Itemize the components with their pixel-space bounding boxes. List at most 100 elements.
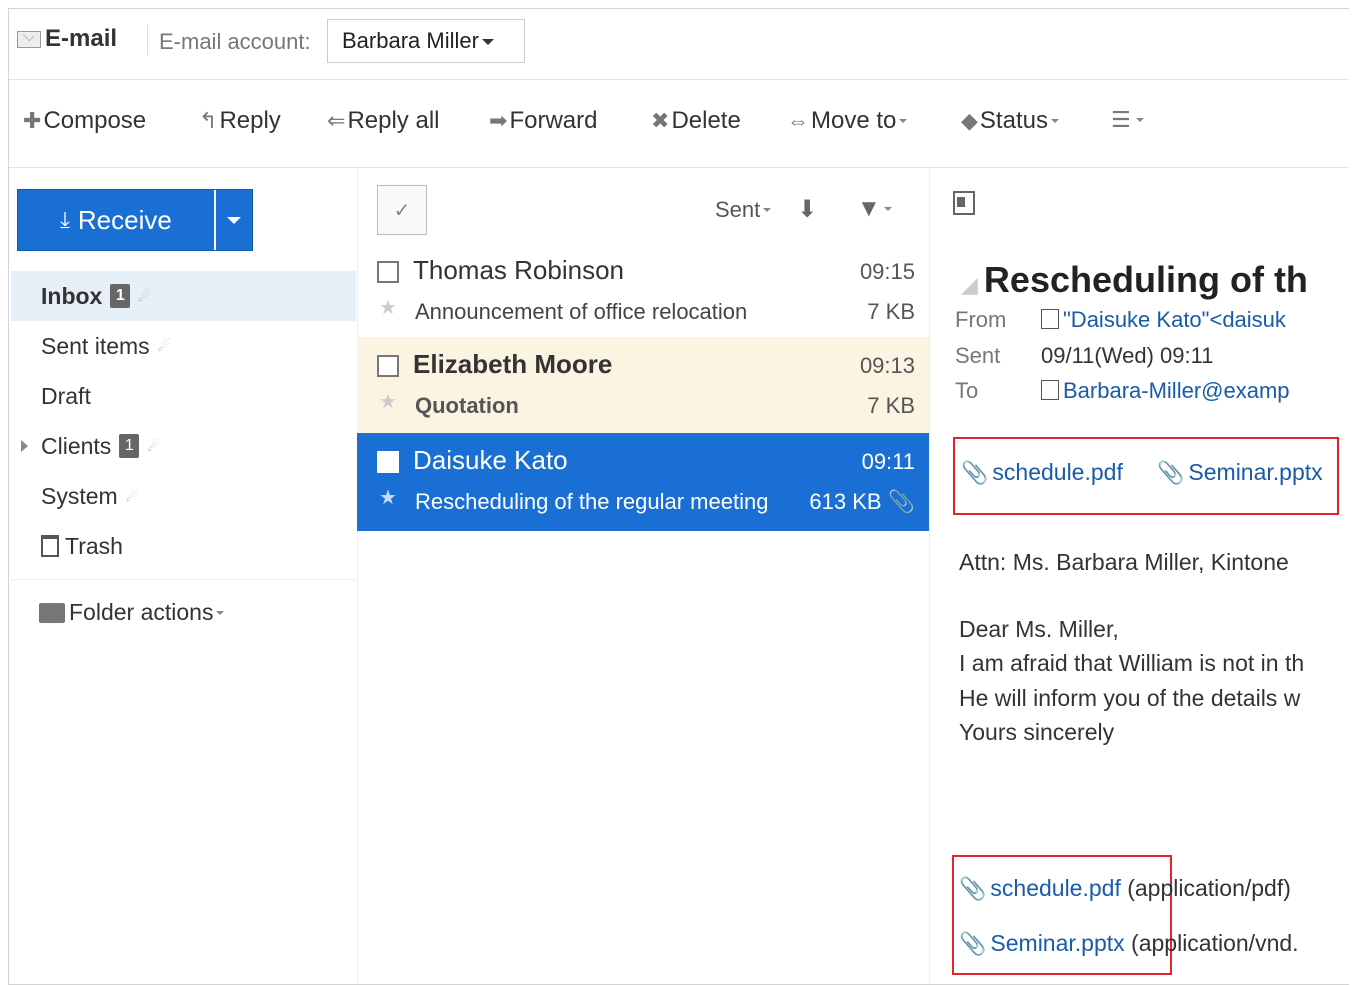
reply-all-button[interactable]: ⇐ Reply all	[327, 107, 439, 135]
chevron-down-icon	[763, 208, 772, 212]
contact-card-icon[interactable]	[1041, 380, 1059, 400]
sort-direction-icon[interactable]: ⬇	[797, 195, 817, 224]
receive-label: Receive	[77, 204, 172, 235]
message-checkbox[interactable]	[377, 355, 399, 377]
sidebar-item-sent-items[interactable]: Sent items ☄	[11, 321, 356, 371]
message-title: ◢ Rescheduling of th	[961, 259, 1308, 301]
paperclip-icon: 📎	[1157, 460, 1185, 485]
trash-icon	[41, 535, 59, 557]
rss-icon[interactable]: ☄	[126, 488, 139, 505]
sidebar-item-inbox[interactable]: Inbox 1 ☄	[11, 271, 356, 321]
to-label: To	[955, 378, 979, 403]
account-label: E-mail account:	[159, 29, 311, 54]
pane-layout-icon[interactable]	[953, 191, 975, 215]
chevron-down-icon	[883, 207, 892, 211]
attachment-link[interactable]: 📎 Seminar.pptx	[1157, 459, 1323, 486]
message-subject: Quotation	[415, 393, 519, 418]
highlight-box	[952, 855, 1172, 975]
message-time: 09:15	[859, 259, 915, 284]
unread-badge: 1	[110, 284, 131, 308]
message-size-group: 613 KB 📎	[809, 489, 915, 515]
attachment-row: 📎 Seminar.pptx (application/vnd.	[959, 930, 1299, 957]
forward-button[interactable]: ➡ Forward	[489, 107, 597, 135]
preview-toolbar	[953, 191, 975, 222]
sent-label: Sent	[955, 343, 1001, 368]
message-size: 7 KB	[867, 299, 915, 324]
flag-icon[interactable]: ◢	[961, 272, 978, 297]
divider	[929, 167, 930, 984]
receive-dropdown[interactable]	[216, 190, 252, 250]
expand-arrow-icon[interactable]	[21, 440, 28, 452]
message-title-text: Rescheduling of th	[983, 259, 1308, 300]
select-all-checkbox[interactable]: ✓	[377, 185, 427, 235]
to-link[interactable]: Barbara-Miller@examp	[1063, 378, 1290, 403]
body-text: Dear Ms. Miller,	[959, 616, 1119, 642]
filter-icon[interactable]: ▼	[857, 195, 892, 223]
paperclip-icon: 📎	[887, 489, 915, 514]
delete-icon: ✖	[651, 108, 670, 133]
divider	[11, 579, 356, 580]
message-row[interactable]: Elizabeth Moore 09:13 ★ Quotation 7 KB	[357, 337, 929, 435]
unread-badge: 1	[119, 434, 140, 458]
from-row: From "Daisuke Kato"<daisuk	[955, 307, 1286, 333]
folder-icon	[39, 602, 65, 623]
folder-label: Sent items	[41, 332, 150, 359]
message-checkbox[interactable]	[377, 451, 399, 473]
chevron-down-icon	[216, 610, 225, 615]
forward-label: Forward	[509, 107, 598, 134]
sent-value: 09/11(Wed) 09:11	[1041, 343, 1214, 368]
more-options-button[interactable]: ☰	[1111, 107, 1144, 133]
move-to-button[interactable]: ⇔ Move to	[787, 107, 908, 135]
message-size: 7 KB	[867, 393, 915, 418]
star-icon[interactable]: ★	[379, 389, 397, 414]
status-button[interactable]: ◆ Status	[961, 107, 1059, 135]
account-value: Barbara Miller	[342, 28, 479, 53]
compose-button[interactable]: ✚ Compose	[23, 107, 146, 135]
rss-icon[interactable]: ☄	[147, 438, 160, 455]
sort-dropdown[interactable]: Sent	[715, 197, 772, 223]
attachment-name: Seminar.pptx	[1188, 459, 1323, 485]
rss-icon[interactable]: ☄	[158, 338, 171, 355]
delete-button[interactable]: ✖ Delete	[651, 107, 741, 135]
sent-row: Sent 09/11(Wed) 09:11	[955, 343, 1213, 369]
from-label: From	[955, 307, 1007, 332]
body-text: He will inform you of the details w	[959, 685, 1301, 711]
list-menu-icon: ☰	[1111, 107, 1131, 132]
attachment-link[interactable]: Seminar.pptx	[990, 930, 1124, 956]
message-checkbox[interactable]	[377, 261, 399, 283]
receive-button[interactable]: ⤓ Receive	[18, 190, 216, 250]
folder-actions-menu[interactable]: Folder actions	[39, 599, 225, 626]
message-row-selected[interactable]: Daisuke Kato 09:11 ★ Rescheduling of the…	[357, 433, 929, 531]
message-subject: Announcement of office relocation	[415, 299, 748, 324]
sort-label: Sent	[715, 197, 761, 222]
account-dropdown[interactable]: Barbara Miller	[327, 19, 525, 63]
folder-actions-label: Folder actions	[69, 599, 214, 625]
sidebar-item-clients[interactable]: Clients 1 ☄	[11, 421, 356, 471]
attachment-type: (application/vnd.	[1124, 930, 1299, 956]
message-time: 09:11	[861, 449, 915, 474]
from-link[interactable]: "Daisuke Kato"<daisuk	[1063, 307, 1286, 332]
sidebar-item-system[interactable]: System ☄	[11, 471, 356, 521]
star-icon[interactable]: ★	[379, 295, 397, 320]
folder-label: Trash	[65, 532, 123, 559]
sidebar-item-draft[interactable]: Draft	[11, 371, 356, 421]
contact-card-icon[interactable]	[1041, 309, 1059, 329]
app-title-text: E-mail	[45, 25, 118, 52]
reply-button[interactable]: ↰ Reply	[199, 107, 281, 135]
list-header: ✓ Sent ⬇ ▼	[357, 167, 929, 237]
plus-icon: ✚	[23, 108, 42, 133]
attachment-link[interactable]: 📎 schedule.pdf	[961, 459, 1123, 486]
attachment-name: schedule.pdf	[992, 459, 1123, 485]
rss-icon[interactable]: ☄	[138, 288, 151, 305]
action-toolbar: ✚ Compose ↰ Reply ⇐ Reply all ➡ Forward …	[9, 79, 1349, 168]
attachment-type: (application/pdf)	[1120, 875, 1291, 901]
star-icon[interactable]: ★	[379, 485, 397, 510]
attachment-link[interactable]: schedule.pdf	[990, 875, 1120, 901]
to-row: To Barbara-Miller@examp	[955, 378, 1290, 404]
reply-all-label: Reply all	[347, 107, 440, 134]
paperclip-icon: 📎	[959, 876, 987, 901]
sidebar-item-trash[interactable]: Trash	[11, 521, 356, 571]
move-icon: ⇔	[787, 108, 809, 133]
message-row[interactable]: Thomas Robinson 09:15 ★ Announcement of …	[357, 243, 929, 341]
chevron-down-icon	[481, 39, 494, 45]
